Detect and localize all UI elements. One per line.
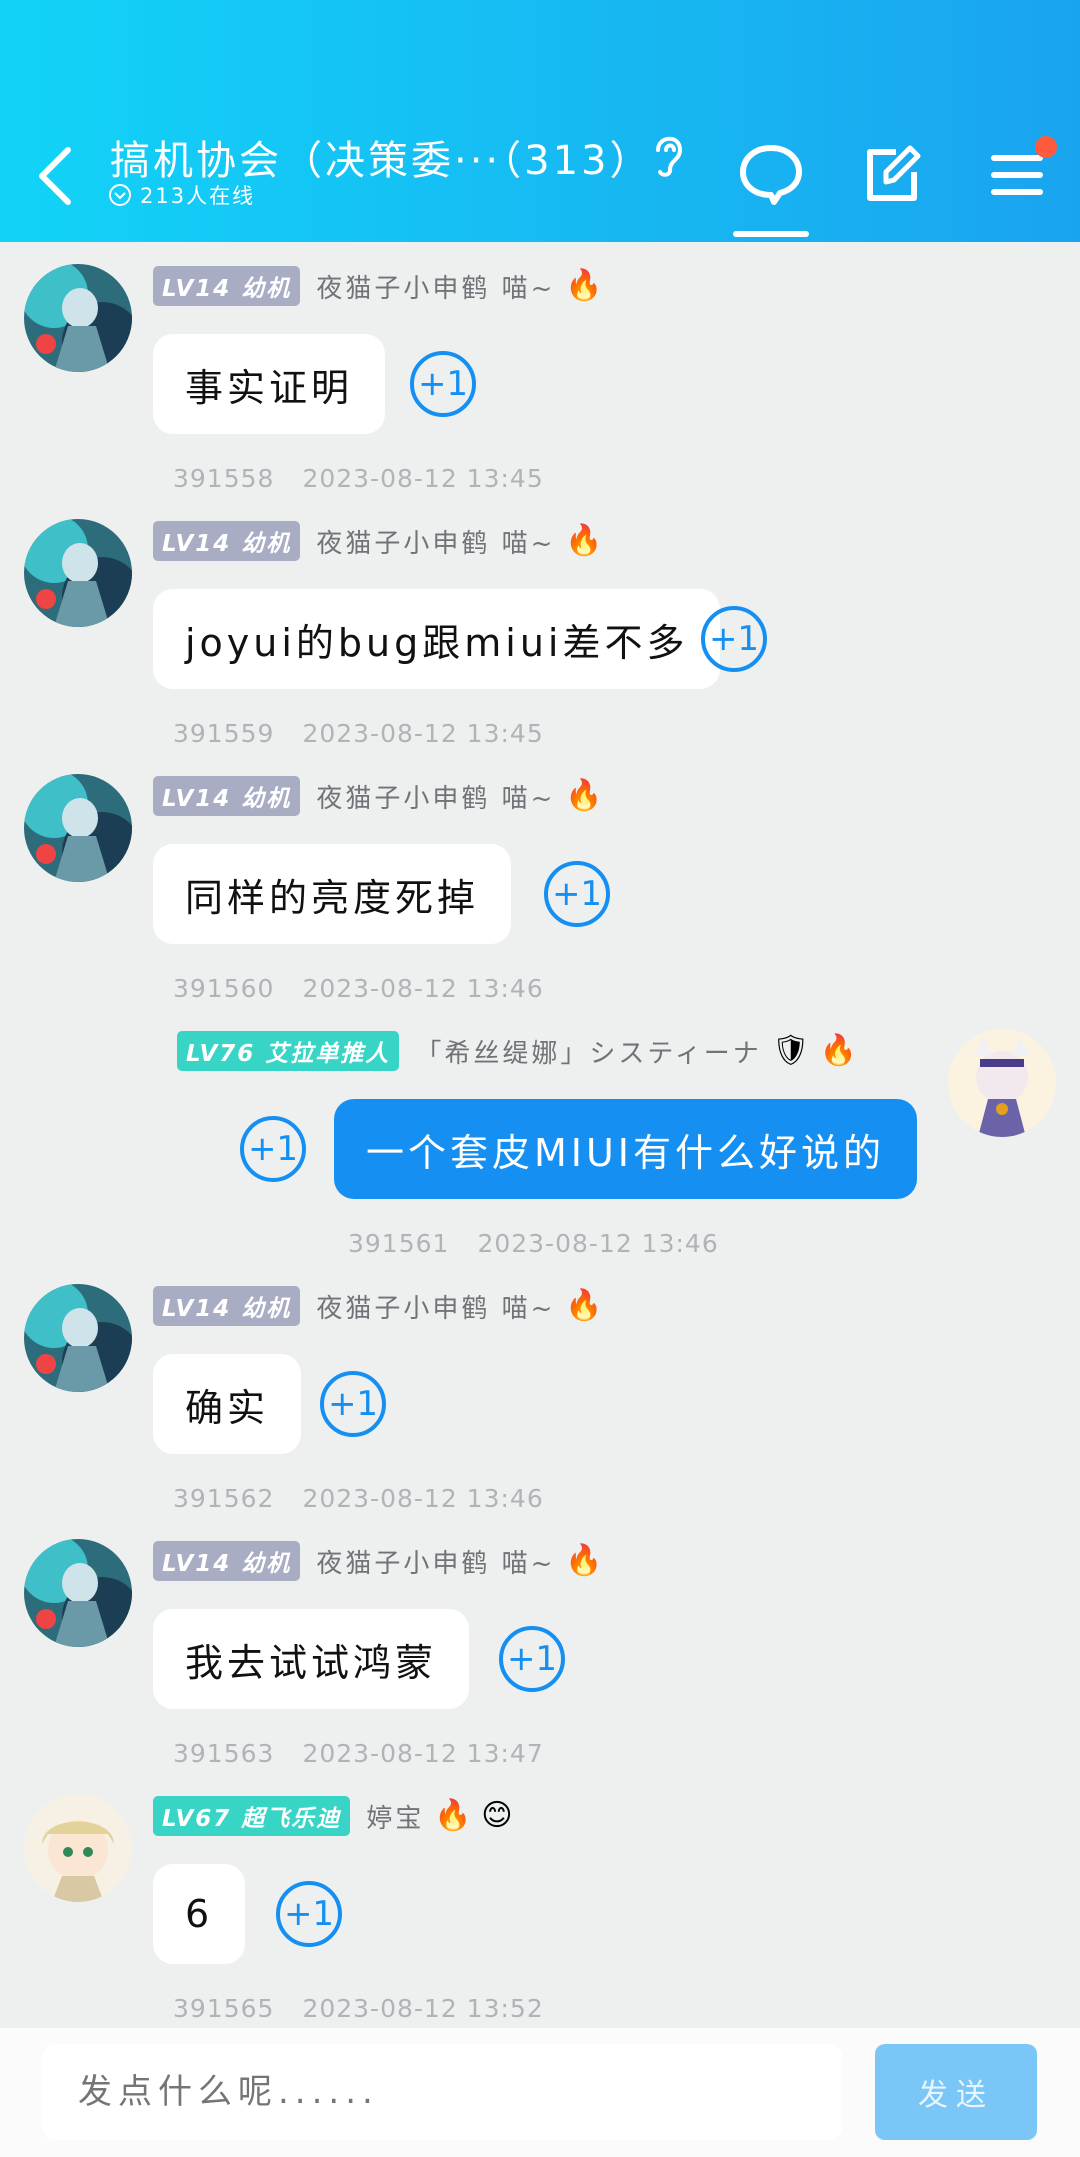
message-meta: 391562 2023-08-12 13:46 bbox=[173, 1484, 544, 1513]
message-bubble[interactable]: 一个套皮MIUI有什么好说的 bbox=[334, 1099, 918, 1199]
username[interactable]: 婷宝 bbox=[366, 1798, 424, 1835]
ear-icon[interactable] bbox=[648, 130, 688, 180]
level-badge: LV14 幼机 bbox=[153, 521, 301, 561]
username[interactable]: 夜猫子小申鹤 喵~ bbox=[316, 778, 555, 815]
avatar[interactable] bbox=[24, 519, 132, 627]
avatar[interactable] bbox=[24, 264, 132, 372]
timestamp: 2023-08-12 13:47 bbox=[302, 1739, 544, 1768]
plus-one-button[interactable]: +1 bbox=[320, 1371, 386, 1437]
plus-one-button[interactable]: +1 bbox=[544, 861, 610, 927]
timestamp: 2023-08-12 13:46 bbox=[302, 974, 544, 1003]
level-badge: LV67 超飞乐迪 bbox=[153, 1796, 351, 1836]
message-input[interactable] bbox=[42, 2044, 842, 2140]
message-bubble[interactable]: joyui的bug跟miui差不多 bbox=[153, 589, 721, 689]
fire-icon: 🔥 bbox=[565, 778, 603, 813]
username[interactable]: 「希丝缇娜」システィーナ bbox=[415, 1033, 761, 1070]
fire-icon: 🔥 bbox=[565, 1288, 603, 1323]
message-bubble[interactable]: 同样的亮度死掉 bbox=[153, 844, 512, 944]
shield-icon: 🛡 bbox=[771, 1033, 810, 1068]
message-id: 391562 bbox=[173, 1484, 275, 1513]
message-bubble[interactable]: 确实 bbox=[153, 1354, 302, 1454]
username[interactable]: 夜猫子小申鹤 喵~ bbox=[316, 1543, 555, 1580]
message-bubble[interactable]: 6 bbox=[153, 1864, 246, 1964]
chevron-circle-icon bbox=[109, 184, 131, 206]
message-meta: 391561 2023-08-12 13:46 bbox=[348, 1229, 719, 1258]
timestamp: 2023-08-12 13:46 bbox=[477, 1229, 719, 1258]
avatar[interactable] bbox=[24, 1284, 132, 1392]
send-button[interactable]: 发送 bbox=[875, 2044, 1037, 2140]
timestamp: 2023-08-12 13:52 bbox=[302, 1994, 544, 2023]
message-id: 391561 bbox=[348, 1229, 450, 1258]
message-bubble[interactable]: 事实证明 bbox=[153, 334, 386, 434]
avatar[interactable] bbox=[24, 1794, 132, 1902]
message-meta: 391565 2023-08-12 13:52 bbox=[173, 1994, 544, 2023]
edit-icon[interactable] bbox=[856, 140, 926, 210]
plus-one-button[interactable]: +1 bbox=[276, 1881, 342, 1947]
message-meta: 391558 2023-08-12 13:45 bbox=[173, 464, 544, 493]
group-title[interactable]: 搞机协会（决策委···（313） bbox=[110, 128, 653, 186]
input-bar: 发送 bbox=[0, 2028, 1080, 2157]
fire-icon: 🔥 bbox=[565, 523, 603, 558]
avatar[interactable] bbox=[24, 1539, 132, 1647]
level-badge: LV76 艾拉单推人 bbox=[177, 1031, 400, 1071]
back-icon[interactable] bbox=[28, 140, 88, 210]
level-badge: LV14 幼机 bbox=[153, 266, 301, 306]
username[interactable]: 夜猫子小申鹤 喵~ bbox=[316, 1288, 555, 1325]
avatar[interactable] bbox=[948, 1029, 1056, 1137]
message-meta: 391560 2023-08-12 13:46 bbox=[173, 974, 544, 1003]
level-badge: LV14 幼机 bbox=[153, 1286, 301, 1326]
message-meta: 391563 2023-08-12 13:47 bbox=[173, 1739, 544, 1768]
message-id: 391560 bbox=[173, 974, 275, 1003]
username[interactable]: 夜猫子小申鹤 喵~ bbox=[316, 268, 555, 305]
online-status: 213人在线 bbox=[108, 180, 255, 210]
top-bar: 搞机协会（决策委···（313） 213人在线 bbox=[0, 0, 1080, 242]
plus-one-button[interactable]: +1 bbox=[499, 1626, 565, 1692]
level-badge: LV14 幼机 bbox=[153, 1541, 301, 1581]
username[interactable]: 夜猫子小申鹤 喵~ bbox=[316, 523, 555, 560]
timestamp: 2023-08-12 13:45 bbox=[302, 464, 544, 493]
level-badge: LV14 幼机 bbox=[153, 776, 301, 816]
message-id: 391558 bbox=[173, 464, 275, 493]
online-count: 213人在线 bbox=[140, 184, 256, 208]
fire-icon: 🔥 bbox=[819, 1033, 858, 1068]
message-id: 391565 bbox=[173, 1994, 275, 2023]
tab-indicator bbox=[733, 231, 809, 237]
avatar[interactable] bbox=[24, 774, 132, 882]
fire-icon: 🔥 bbox=[565, 1543, 603, 1578]
fire-icon: 🔥 😊 bbox=[434, 1798, 513, 1833]
timestamp: 2023-08-12 13:45 bbox=[302, 719, 544, 748]
timestamp: 2023-08-12 13:46 bbox=[302, 1484, 544, 1513]
plus-one-button[interactable]: +1 bbox=[240, 1116, 306, 1182]
message-id: 391563 bbox=[173, 1739, 275, 1768]
message-meta: 391559 2023-08-12 13:45 bbox=[173, 719, 544, 748]
message-id: 391559 bbox=[173, 719, 275, 748]
chat-bubble-icon[interactable] bbox=[736, 140, 806, 210]
message-bubble[interactable]: 我去试试鸿蒙 bbox=[153, 1609, 470, 1709]
notification-dot bbox=[1035, 136, 1057, 158]
plus-one-button[interactable]: +1 bbox=[410, 351, 476, 417]
plus-one-button[interactable]: +1 bbox=[701, 606, 767, 672]
fire-icon: 🔥 bbox=[565, 268, 603, 303]
